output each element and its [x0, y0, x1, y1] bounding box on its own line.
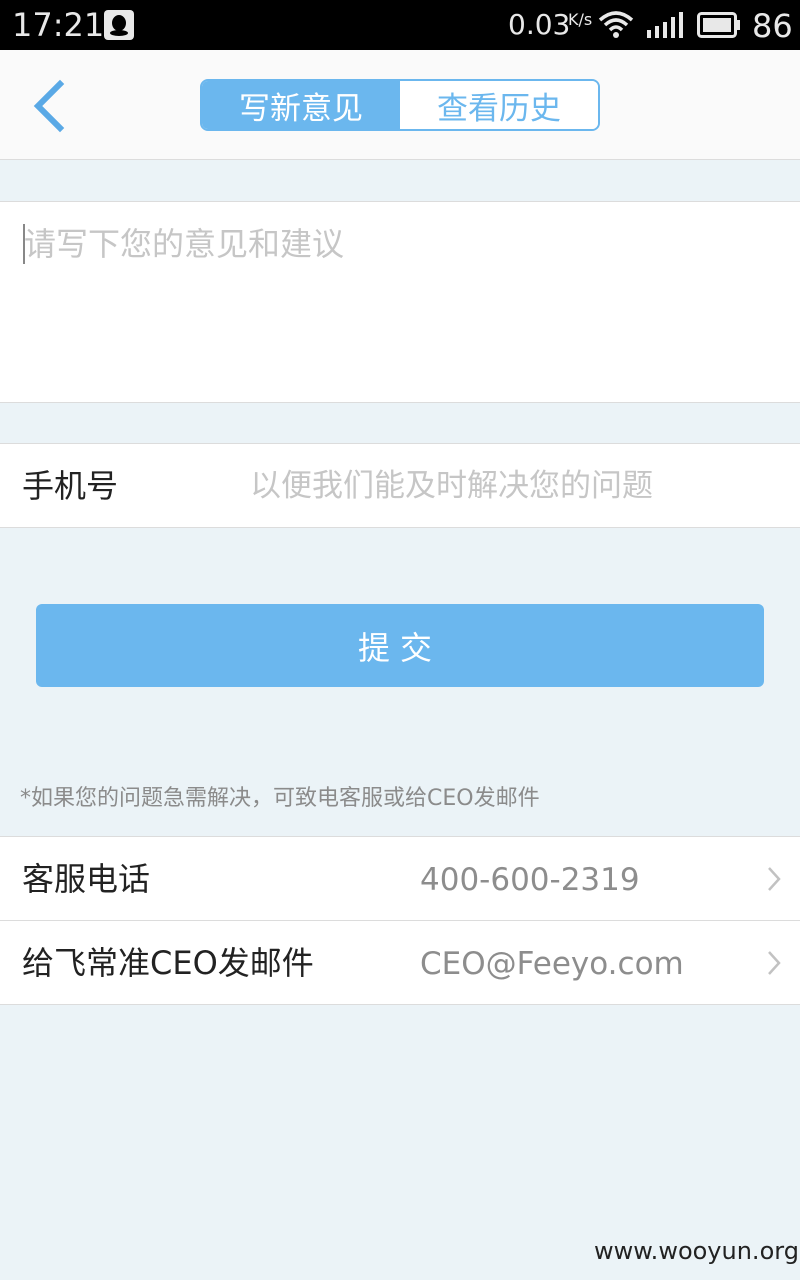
- watermark: www.wooyun.org: [594, 1237, 799, 1265]
- chevron-left-icon: [33, 79, 65, 133]
- battery-icon: [697, 12, 741, 42]
- phone-input[interactable]: [250, 462, 770, 510]
- nav-header: 写新意见 查看历史: [0, 50, 800, 160]
- chevron-right-icon: [768, 951, 781, 975]
- email-ceo-row[interactable]: 给飞常准CEO发邮件 CEO@Feeyo.com: [0, 921, 800, 1005]
- submit-button[interactable]: 提交: [36, 604, 764, 687]
- contact-value: CEO@Feeyo.com: [420, 946, 684, 982]
- status-time: 17:21: [12, 6, 105, 44]
- urgent-note: *如果您的问题急需解决，可致电客服或给CEO发邮件: [20, 786, 540, 811]
- contact-value: 400-600-2319: [420, 862, 640, 898]
- tab-write-feedback[interactable]: 写新意见: [202, 81, 400, 129]
- customer-service-row[interactable]: 客服电话 400-600-2319: [0, 837, 800, 921]
- contact-list: 客服电话 400-600-2319 给飞常准CEO发邮件 CEO@Feeyo.c…: [0, 836, 800, 1005]
- qq-icon: [104, 10, 134, 40]
- wifi-icon: [598, 10, 634, 44]
- battery-level: 86: [752, 7, 793, 45]
- tab-view-history[interactable]: 查看历史: [400, 81, 598, 129]
- feedback-screen: 17:21 0.03 K/s 86 写新意见 查看历史 请写下您的意见和建议 手…: [0, 0, 800, 1280]
- feedback-box: [0, 201, 800, 403]
- segmented-control: 写新意见 查看历史: [200, 79, 600, 131]
- net-speed-unit: K/s: [568, 10, 593, 29]
- contact-label: 给飞常准CEO发邮件: [22, 944, 314, 982]
- status-bar: 17:21 0.03 K/s 86: [0, 0, 800, 50]
- phone-row: 手机号: [0, 443, 800, 528]
- back-button[interactable]: [28, 78, 72, 134]
- net-speed: 0.03: [508, 8, 571, 41]
- contact-label: 客服电话: [22, 860, 151, 898]
- text-caret: [23, 224, 25, 264]
- chevron-right-icon: [768, 867, 781, 891]
- phone-label: 手机号: [22, 467, 119, 505]
- signal-icon: [646, 12, 686, 42]
- feedback-textarea[interactable]: [0, 202, 800, 402]
